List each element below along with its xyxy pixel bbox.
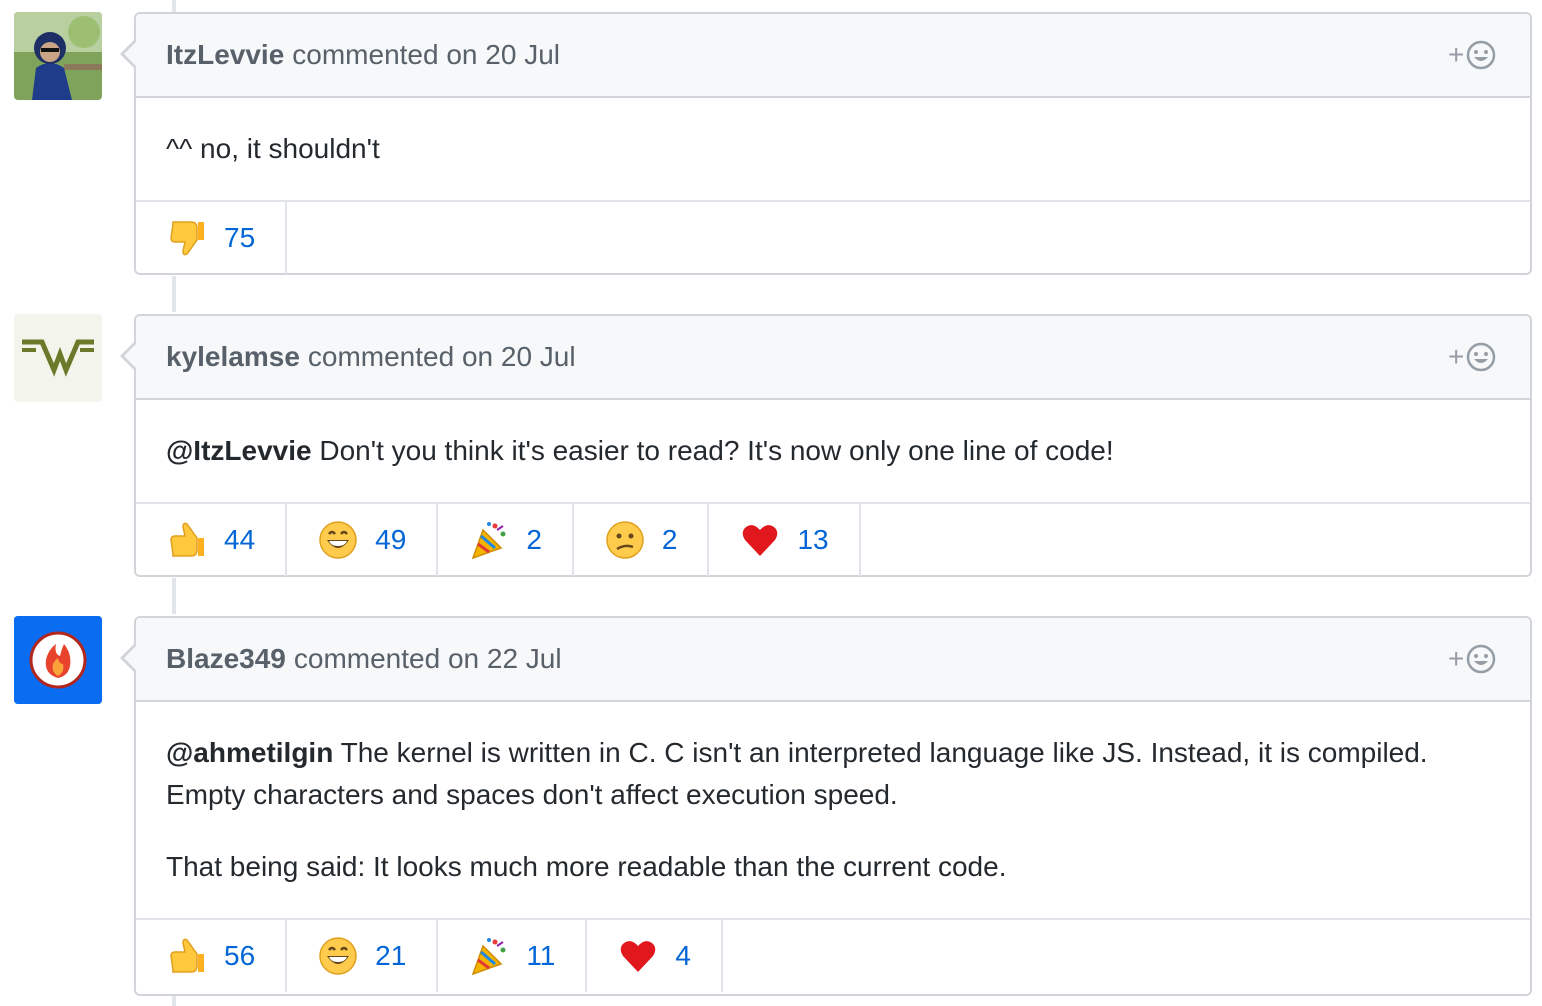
comment-paragraph: That being said: It looks much more read… — [166, 846, 1500, 888]
comment-text: ^^ no, it shouldn't — [166, 133, 380, 164]
avatar[interactable] — [14, 616, 102, 704]
reaction-hooray[interactable]: 11 — [438, 920, 588, 992]
reaction-count: 21 — [375, 940, 407, 971]
thumbs-up-icon — [166, 519, 208, 561]
reaction-count: 13 — [797, 524, 829, 555]
timeline-connector — [172, 578, 176, 614]
comment-timestamp[interactable]: commented on 22 Jul — [294, 643, 562, 675]
smiley-icon — [1467, 40, 1496, 70]
comment-header: Blaze349 commented on 22 Jul + — [136, 618, 1530, 702]
timeline-connector — [172, 996, 176, 1006]
comment-author[interactable]: ItzLevvie — [166, 39, 284, 71]
timeline-connector — [172, 276, 176, 312]
comment-header: kylelamse commented on 20 Jul + — [136, 316, 1530, 400]
reaction-count: 44 — [224, 524, 256, 555]
comment-header: ItzLevvie commented on 20 Jul + — [136, 14, 1530, 98]
comment-paragraph: @ahmetilgin The kernel is written in C. … — [166, 732, 1500, 816]
heart-icon — [739, 519, 781, 561]
plus-icon: + — [1448, 643, 1465, 674]
comment-paragraph: @ItzLevvie Don't you think it's easier t… — [166, 430, 1500, 472]
comment-text: That being said: It looks much more read… — [166, 851, 1007, 882]
comment-box: kylelamse commented on 20 Jul + @ItzLevv… — [120, 314, 1532, 577]
comment-box: Blaze349 commented on 22 Jul + @ahmetilg… — [120, 616, 1532, 996]
reaction-count: 2 — [526, 524, 542, 555]
thumbs-up-icon — [166, 935, 208, 977]
comment-body: @ahmetilgin The kernel is written in C. … — [136, 702, 1530, 920]
smiley-icon — [1467, 644, 1496, 674]
user-mention-link[interactable]: @ahmetilgin — [166, 737, 333, 768]
plus-icon: + — [1448, 341, 1465, 372]
reaction-heart[interactable]: 13 — [709, 504, 861, 576]
plus-icon: + — [1448, 39, 1465, 70]
smiley-icon — [1467, 342, 1496, 372]
laugh-icon — [317, 519, 359, 561]
comment-text: The kernel is written in C. C isn't an i… — [166, 737, 1428, 810]
reaction-thumbs-down[interactable]: 75 — [136, 202, 288, 274]
avatar[interactable] — [14, 12, 102, 100]
hooray-icon — [468, 935, 510, 977]
comment-body: @ItzLevvie Don't you think it's easier t… — [136, 400, 1530, 504]
hooray-icon — [468, 519, 510, 561]
comment-box: ItzLevvie commented on 20 Jul + ^^ no, i… — [120, 12, 1532, 275]
reaction-count: 2 — [661, 524, 678, 555]
comment-author[interactable]: Blaze349 — [166, 643, 286, 675]
timeline-connector — [172, 0, 176, 12]
reaction-count: 11 — [526, 940, 556, 971]
add-reaction-button[interactable]: + — [1448, 340, 1500, 374]
user-mention-link[interactable]: @ItzLevvie — [166, 435, 312, 466]
laugh-icon — [317, 935, 359, 977]
reaction-count: 4 — [675, 940, 691, 971]
reactions-bar: 56 21 11 4 — [136, 920, 1530, 992]
comment-body: ^^ no, it shouldn't — [136, 98, 1530, 202]
comment-timestamp[interactable]: commented on 20 Jul — [292, 39, 560, 71]
heart-icon — [617, 935, 659, 977]
reaction-count: 75 — [224, 222, 256, 253]
comment-paragraph: ^^ no, it shouldn't — [166, 128, 1500, 170]
comment-author[interactable]: kylelamse — [166, 341, 300, 373]
reaction-confused[interactable]: 2 — [574, 504, 710, 576]
avatar[interactable] — [14, 314, 102, 402]
reaction-hooray[interactable]: 2 — [438, 504, 574, 576]
comment-text: Don't you think it's easier to read? It'… — [311, 435, 1114, 466]
reactions-bar: 44 49 2 2 13 — [136, 504, 1530, 576]
reaction-thumbs-up[interactable]: 56 — [136, 920, 288, 992]
add-reaction-button[interactable]: + — [1448, 642, 1500, 676]
reactions-bar: 75 — [136, 202, 1530, 274]
reaction-count: 56 — [224, 940, 256, 971]
comment-timestamp[interactable]: commented on 20 Jul — [308, 341, 576, 373]
reaction-laugh[interactable]: 21 — [287, 920, 439, 992]
reaction-count: 49 — [375, 524, 407, 555]
reaction-heart[interactable]: 4 — [587, 920, 723, 992]
add-reaction-button[interactable]: + — [1448, 38, 1500, 72]
reaction-laugh[interactable]: 49 — [287, 504, 439, 576]
confused-icon — [604, 519, 646, 561]
reaction-thumbs-up[interactable]: 44 — [136, 504, 288, 576]
thumbs-down-icon — [166, 217, 208, 259]
